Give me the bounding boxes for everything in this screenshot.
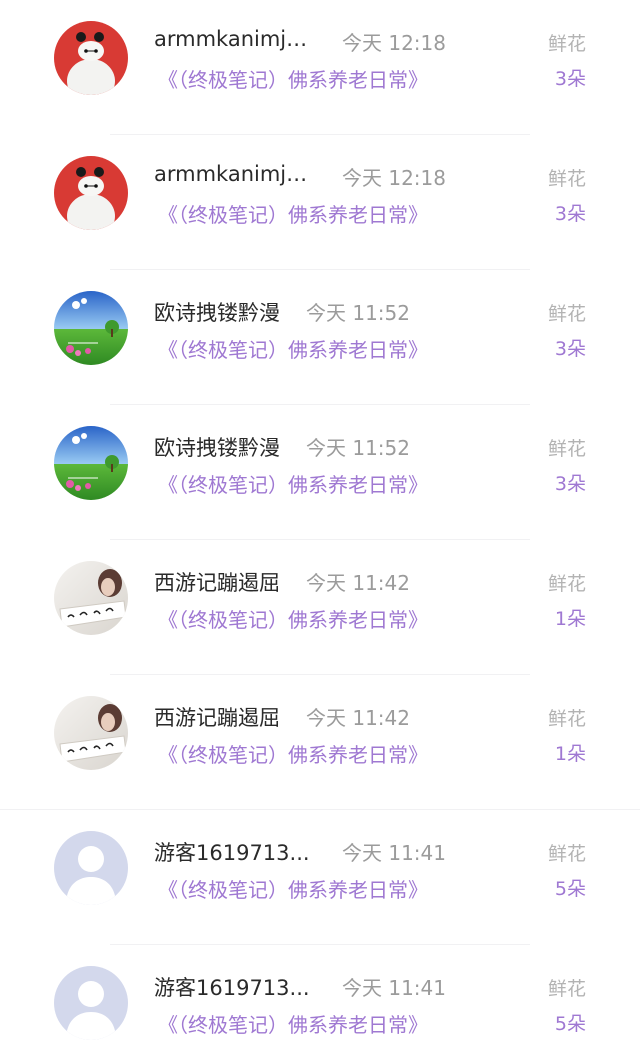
book-title-link[interactable]: 《（终极笔记）佛系养老日常》: [158, 469, 428, 498]
user-name[interactable]: 欧诗拽镂黔漫: [154, 432, 280, 462]
list-item[interactable]: 游客1619713... 今天 11:41 《（终极笔记）佛系养老日常》 鲜花 …: [0, 945, 640, 1052]
timestamp: 今天 11:52: [306, 301, 410, 325]
book-title-link[interactable]: 《（终极笔记）佛系养老日常》: [158, 1009, 428, 1038]
baymax-avatar[interactable]: [54, 156, 128, 230]
list-item[interactable]: armmkanimjb... 今天 12:18 《（终极笔记）佛系养老日常》 鲜…: [0, 0, 640, 135]
list-item[interactable]: 欧诗拽镂黔漫 今天 11:52 《（终极笔记）佛系养老日常》 鲜花 3朵: [0, 405, 640, 540]
user-name[interactable]: 西游记蹦遏屈: [154, 567, 280, 597]
gift-type: 鲜花: [547, 843, 586, 865]
gift-type: 鲜花: [547, 573, 586, 595]
user-name[interactable]: armmkanimjb...: [154, 162, 316, 186]
gift-count: 3朵: [554, 473, 586, 495]
timestamp: 今天 11:41: [342, 976, 446, 1000]
book-title-link[interactable]: 《（终极笔记）佛系养老日常》: [158, 199, 428, 228]
book-title-link[interactable]: 《（终极笔记）佛系养老日常》: [158, 874, 428, 903]
timestamp: 今天 12:18: [342, 31, 446, 55]
calligraphy-avatar[interactable]: [54, 561, 128, 635]
gift-type: 鲜花: [547, 708, 586, 730]
gift-type: 鲜花: [547, 303, 586, 325]
user-name[interactable]: 游客1619713...: [154, 837, 310, 867]
list-item[interactable]: 西游记蹦遏屈 今天 11:42 《（终极笔记）佛系养老日常》 鲜花 1朵: [0, 675, 640, 810]
timestamp: 今天 11:52: [306, 436, 410, 460]
book-title-link[interactable]: 《（终极笔记）佛系养老日常》: [158, 604, 428, 633]
timestamp: 今天 11:42: [306, 571, 410, 595]
default-user-avatar[interactable]: [54, 831, 128, 905]
default-user-avatar[interactable]: [54, 966, 128, 1040]
baymax-avatar[interactable]: [54, 21, 128, 95]
gift-type: 鲜花: [547, 33, 586, 55]
user-name[interactable]: 欧诗拽镂黔漫: [154, 297, 280, 327]
list-item[interactable]: 游客1619713... 今天 11:41 《（终极笔记）佛系养老日常》 鲜花 …: [0, 810, 640, 945]
gift-count: 5朵: [554, 1013, 586, 1035]
user-name[interactable]: armmkanimjb...: [154, 27, 316, 51]
timestamp: 今天 12:18: [342, 166, 446, 190]
gift-type: 鲜花: [547, 168, 586, 190]
timestamp: 今天 11:42: [306, 706, 410, 730]
gift-type: 鲜花: [547, 438, 586, 460]
book-title-link[interactable]: 《（终极笔记）佛系养老日常》: [158, 334, 428, 363]
timestamp: 今天 11:41: [342, 841, 446, 865]
gift-count: 5朵: [554, 878, 586, 900]
user-name[interactable]: 游客1619713...: [154, 972, 310, 1002]
gift-count: 3朵: [554, 338, 586, 360]
list-item[interactable]: 欧诗拽镂黔漫 今天 11:52 《（终极笔记）佛系养老日常》 鲜花 3朵: [0, 270, 640, 405]
list-item[interactable]: 西游记蹦遏屈 今天 11:42 《（终极笔记）佛系养老日常》 鲜花 1朵: [0, 540, 640, 675]
gift-count: 3朵: [554, 203, 586, 225]
meadow-avatar[interactable]: [54, 426, 128, 500]
gift-count: 1朵: [554, 743, 586, 765]
gift-count: 3朵: [554, 68, 586, 90]
book-title-link[interactable]: 《（终极笔记）佛系养老日常》: [158, 64, 428, 93]
flower-gift-list: armmkanimjb... 今天 12:18 《（终极笔记）佛系养老日常》 鲜…: [0, 0, 640, 1052]
gift-count: 1朵: [554, 608, 586, 630]
calligraphy-avatar[interactable]: [54, 696, 128, 770]
gift-type: 鲜花: [547, 978, 586, 1000]
meadow-avatar[interactable]: [54, 291, 128, 365]
user-name[interactable]: 西游记蹦遏屈: [154, 702, 280, 732]
list-item[interactable]: armmkanimjb... 今天 12:18 《（终极笔记）佛系养老日常》 鲜…: [0, 135, 640, 270]
book-title-link[interactable]: 《（终极笔记）佛系养老日常》: [158, 739, 428, 768]
